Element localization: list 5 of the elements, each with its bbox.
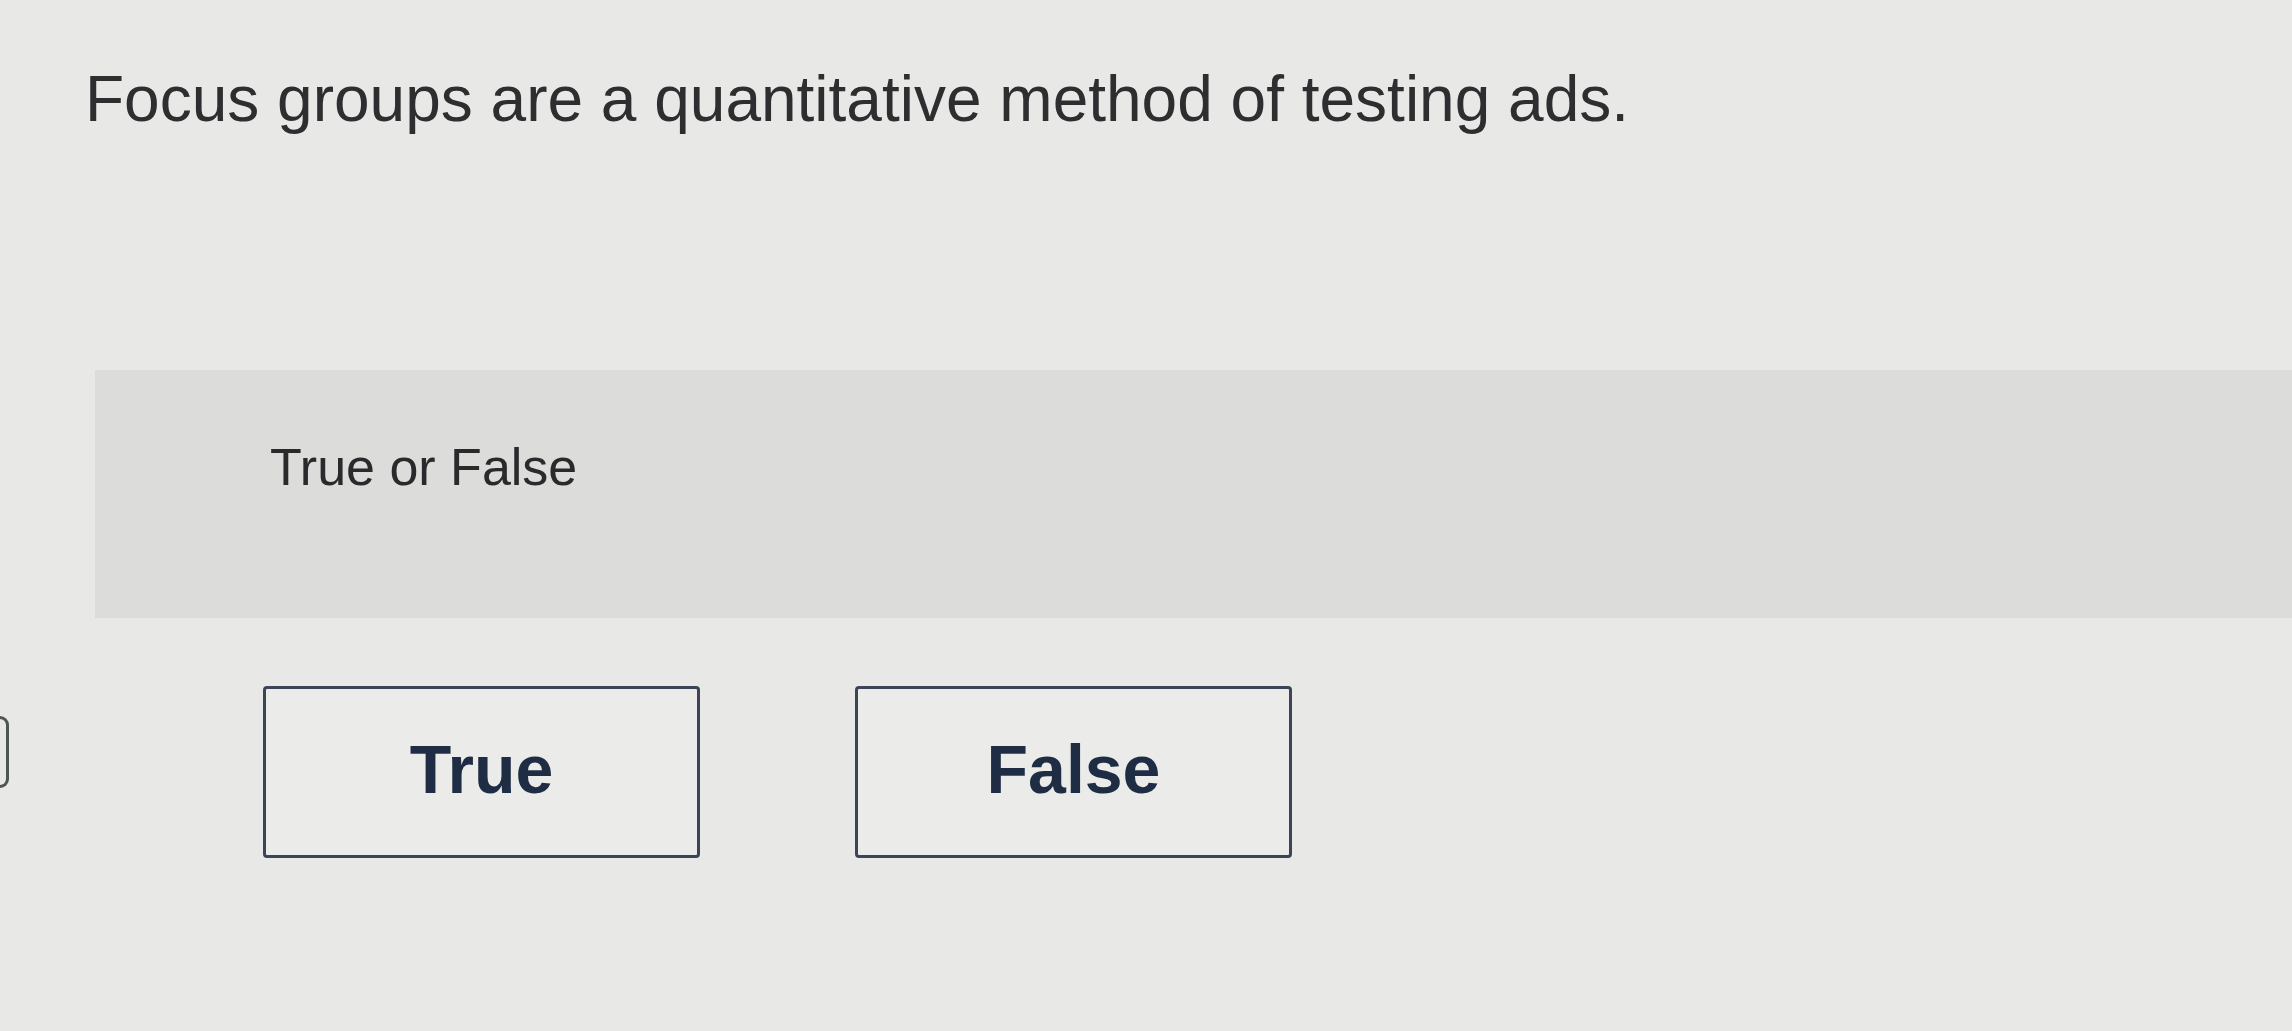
answer-button[interactable]: True <box>263 686 700 858</box>
prompt-text: True or False <box>270 437 578 498</box>
question-text: Focus groups are a quantitative method of testing ads. <box>85 62 1631 137</box>
cut-off-button-edge <box>0 716 9 788</box>
answer-button[interactable]: False <box>855 686 1292 858</box>
